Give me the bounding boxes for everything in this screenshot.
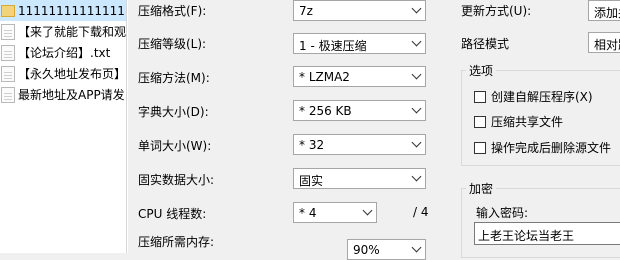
- delete-checkbox[interactable]: 操作完成后删除源文件: [474, 139, 611, 156]
- file-icon: [1, 86, 15, 103]
- level-label: 压缩等级(L):: [138, 37, 207, 51]
- solid-label: 固实数据大小:: [138, 173, 215, 187]
- update-value: 添加并: [594, 6, 620, 20]
- path-value: 相对路: [594, 38, 620, 52]
- password-input[interactable]: 上老王论坛当老王: [474, 222, 620, 245]
- level-select[interactable]: 1 - 极速压缩: [293, 33, 426, 54]
- file-list: 111111111111111 【来了就能下载和观 【论坛介绍】.txt 【永久…: [0, 0, 127, 253]
- shared-checkbox-label: 压缩共享文件: [491, 115, 564, 129]
- level-value: 1 - 极速压缩: [299, 39, 367, 53]
- file-list-item[interactable]: 【论坛介绍】.txt: [0, 42, 126, 63]
- chevron-down-icon: [408, 34, 425, 53]
- file-list-item[interactable]: 【来了就能下载和观: [0, 21, 126, 42]
- file-icon: [1, 44, 15, 61]
- file-name: 最新地址及APP请发: [18, 88, 125, 102]
- cpu-label: CPU 线程数:: [138, 207, 207, 221]
- dict-label: 字典大小(D):: [138, 105, 209, 119]
- encrypt-title: 加密: [466, 180, 497, 197]
- memory-label: 压缩所需内存:: [138, 235, 215, 249]
- shared-checkbox[interactable]: 压缩共享文件: [474, 113, 563, 130]
- format-select[interactable]: 7z: [293, 0, 426, 21]
- file-name: 【论坛介绍】.txt: [18, 46, 111, 60]
- file-name: 【来了就能下载和观: [18, 25, 126, 39]
- password-value: 上老王论坛当老王: [478, 229, 575, 243]
- memory-select[interactable]: 90%: [347, 239, 426, 260]
- cpu-value: * 4: [299, 206, 317, 220]
- cpu-select[interactable]: * 4: [293, 202, 377, 223]
- format-label: 压缩格式(F):: [138, 4, 207, 18]
- method-select[interactable]: * LZMA2: [293, 66, 426, 87]
- solid-select[interactable]: 固实: [293, 168, 426, 189]
- password-label: 输入密码:: [476, 206, 529, 220]
- chevron-down-icon: [408, 101, 425, 120]
- chevron-down-icon: [359, 203, 376, 222]
- format-value: 7z: [299, 4, 313, 18]
- file-list-item[interactable]: 最新地址及APP请发: [0, 84, 126, 105]
- solid-value: 固实: [299, 174, 324, 188]
- sfx-checkbox[interactable]: 创建自解压程序(X): [474, 88, 593, 105]
- dict-select[interactable]: * 256 KB: [293, 100, 426, 121]
- update-label: 更新方式(U):: [461, 4, 532, 18]
- checkbox-box: [474, 115, 486, 128]
- chevron-down-icon: [408, 240, 425, 259]
- checkbox-box: [474, 141, 486, 154]
- folder-icon: [1, 4, 15, 17]
- word-select[interactable]: * 32: [293, 134, 426, 155]
- memory-value: 90%: [353, 243, 380, 257]
- file-list-item[interactable]: 【永久地址发布页】: [0, 63, 126, 84]
- delete-checkbox-label: 操作完成后删除源文件: [491, 141, 612, 155]
- path-select[interactable]: 相对路: [588, 32, 620, 53]
- file-name: 【永久地址发布页】: [18, 67, 126, 81]
- file-name: 111111111111111: [18, 3, 126, 18]
- path-label: 路径模式: [461, 37, 510, 51]
- options-title: 选项: [466, 62, 497, 79]
- chevron-down-icon: [408, 67, 425, 86]
- cpu-total: / 4: [413, 205, 429, 219]
- word-label: 单词大小(W):: [138, 139, 212, 153]
- update-select[interactable]: 添加并: [588, 0, 620, 21]
- file-list-item[interactable]: 111111111111111: [0, 0, 126, 21]
- file-icon: [1, 23, 15, 40]
- method-label: 压缩方法(M):: [138, 71, 210, 85]
- chevron-down-icon: [408, 1, 425, 20]
- chevron-down-icon: [408, 135, 425, 154]
- dict-value: * 256 KB: [299, 104, 352, 118]
- file-icon: [1, 65, 15, 82]
- word-value: * 32: [299, 138, 325, 152]
- chevron-down-icon: [408, 169, 425, 188]
- method-value: * LZMA2: [299, 70, 350, 84]
- divider: [127, 0, 128, 253]
- sfx-checkbox-label: 创建自解压程序(X): [491, 90, 593, 104]
- checkbox-box: [474, 90, 486, 103]
